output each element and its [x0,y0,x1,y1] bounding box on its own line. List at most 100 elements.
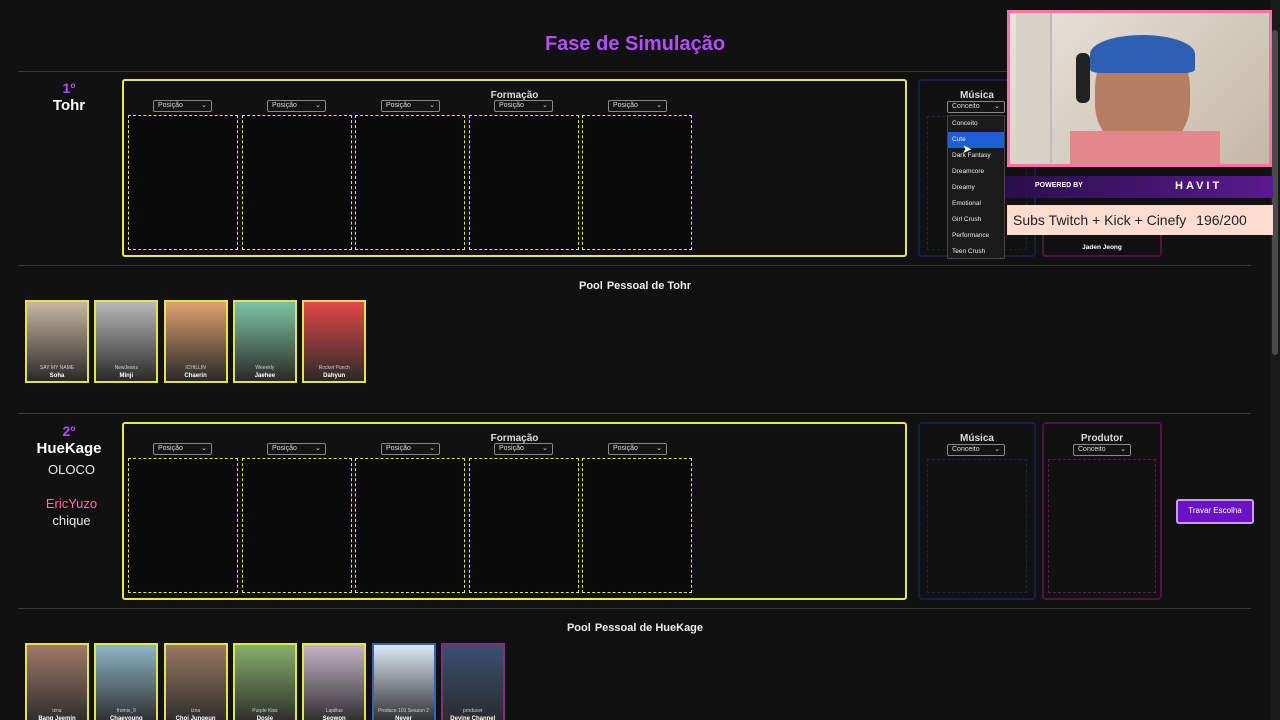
music-select[interactable]: Conceito ⌄ [947,444,1005,456]
position-select[interactable]: Posição ⌄ [381,443,440,455]
trainee-card[interactable]: Weeekly Jaehee [232,300,297,383]
chevron-down-icon: ⌄ [656,102,662,109]
trainee-name: Dahyun [323,373,346,379]
trainee-group: SAY MY NAME [39,365,75,371]
dropdown-option[interactable]: Dark Fantasy [948,148,1004,164]
formation-slot[interactable] [582,115,692,250]
formation-slot[interactable] [128,115,238,250]
trainee-name: Chaeyoung [109,716,143,720]
divider [18,265,1251,266]
trainee-card[interactable]: ICHILLIN Chaerin [163,300,228,383]
trainee-group: NewJeans [114,365,138,371]
formation-slot[interactable] [128,458,238,593]
chevron-down-icon: ⌄ [1120,446,1126,453]
position-select[interactable]: Posição ⌄ [267,100,326,112]
trainee-name: Jaehee [254,373,276,379]
producer-select[interactable]: Conceito ⌄ [1073,444,1131,456]
brand-label: HAVIT [1175,180,1223,192]
formation-slot[interactable] [355,458,465,593]
formation-slot[interactable] [242,458,352,593]
chevron-down-icon: ⌄ [201,445,207,452]
trainee-group: fromis_9 [116,708,136,714]
rank-position: 1º [62,80,76,96]
lock-choice-button[interactable]: Travar Escolha [1176,499,1254,524]
chevron-down-icon: ⌄ [542,445,548,452]
chat-user: EricYuzo [45,496,98,511]
chevron-down-icon: ⌄ [429,445,435,452]
chevron-down-icon: ⌄ [315,445,321,452]
trainee-card[interactable]: fromis_9 Chaeyoung [94,643,159,720]
chevron-down-icon: ⌄ [994,103,1000,110]
rank-block: 2º HueKage [20,423,118,457]
subs-text: Subs Twitch + Kick + Cinefy [1013,212,1187,228]
headphones [1076,53,1090,103]
trainee-group: Purple Kiss [252,708,278,714]
position-select[interactable]: Posição ⌄ [494,443,553,455]
trainee-card[interactable]: izna Bang Jeemin [25,643,89,720]
position-select[interactable]: Posição ⌄ [381,100,440,112]
dropdown-option[interactable]: Dreamy [948,180,1004,196]
dropdown-option[interactable]: Performance [948,228,1004,244]
trainee-group: ICHILLIN [185,365,206,371]
trainee-group: Rocket Punch [318,365,350,371]
formation-slot[interactable] [242,115,352,250]
rank-position: 2º [62,423,76,439]
pool-title: Pool Pessoal de Tohr [579,280,691,292]
rank-block: 1º Tohr [20,80,118,114]
trainee-name: Choi Jungeun [175,716,216,720]
music-select[interactable]: Conceito ⌄ [947,101,1005,113]
trainee-name: Devine Channel [450,716,496,720]
trainee-group: Lapillus [325,708,343,714]
position-select[interactable]: Posição ⌄ [153,100,212,112]
position-select[interactable]: Posição ⌄ [608,100,667,112]
music-dropdown[interactable]: Conceito Cute Dark Fantasy Dreamcore Dre… [947,115,1005,259]
dropdown-option[interactable]: Conceito [948,116,1004,132]
sponsor-banner: POWERED BY HAVIT [1005,176,1273,198]
subs-goal: Subs Twitch + Kick + Cinefy 196/200 [1007,205,1273,235]
chevron-down-icon: ⌄ [994,446,1000,453]
music-title: Música [960,433,994,444]
producer-slot[interactable] [1048,459,1156,593]
formation-slot[interactable] [355,115,465,250]
trainee-card[interactable]: producer Devine Channel [440,643,505,720]
pool-title: Pool Pessoal de HueKage [566,622,704,634]
trainee-card[interactable]: Lapillus Seowon [302,643,367,720]
chat-overlay: OLOCO EricYuzo chique [44,462,99,528]
dropdown-option[interactable]: Dreamcore [948,164,1004,180]
dropdown-option[interactable]: Girl Crush [948,212,1004,228]
trainee-group: producer [462,708,483,714]
trainee-group: Produce 101 Season 2 [378,708,429,714]
position-select[interactable]: Posição ⌄ [153,443,212,455]
producer-title: Produtor [1080,433,1124,444]
chevron-down-icon: ⌄ [315,102,321,109]
divider [18,413,1251,414]
music-slot[interactable] [927,459,1027,593]
position-select[interactable]: Posição ⌄ [494,100,553,112]
shelf [1016,13,1052,163]
trainee-name: Never [395,716,412,720]
powered-by-label: POWERED BY [1035,182,1083,189]
dropdown-option[interactable]: Emotional [948,196,1004,212]
trainee-card[interactable]: Rocket Punch Dahyun [302,300,367,383]
divider [18,608,1251,609]
trainee-card[interactable]: Purple Kiss Dosie [232,643,297,720]
dropdown-option[interactable]: Cute [948,132,1004,148]
formation-slot[interactable] [469,458,579,593]
trainee-card[interactable]: SAY MY NAME Soha [25,300,89,383]
dropdown-option[interactable]: Teen Crush [948,244,1004,260]
trainee-name: Chaerin [184,373,207,379]
trainee-card[interactable]: Produce 101 Season 2 Never [371,643,436,720]
position-select[interactable]: Posição ⌄ [267,443,326,455]
formation-slot[interactable] [582,458,692,593]
trainee-card[interactable]: izna Choi Jungeun [163,643,228,720]
player-name: HueKage [36,440,102,457]
chevron-down-icon: ⌄ [656,445,662,452]
formation-slot[interactable] [469,115,579,250]
trainee-card[interactable]: NewJeans Minji [94,300,159,383]
position-select[interactable]: Posição ⌄ [608,443,667,455]
shirt [1070,131,1220,164]
mouse-cursor-icon: ➤ [962,142,973,156]
chevron-down-icon: ⌄ [201,102,207,109]
webcam-overlay [1007,10,1272,167]
player-name: Tohr [52,97,86,114]
